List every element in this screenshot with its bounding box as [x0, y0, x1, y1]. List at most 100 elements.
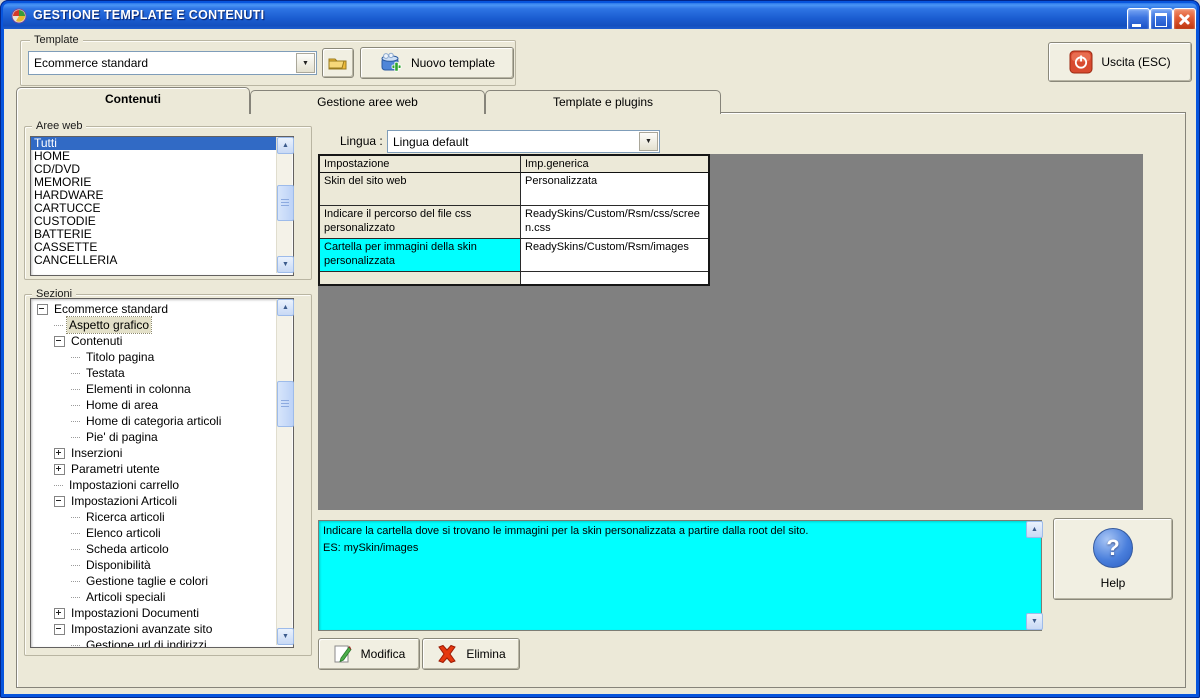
minimize-button[interactable]: [1127, 8, 1150, 31]
scroll-up-icon[interactable]: ▲: [277, 299, 294, 316]
close-button[interactable]: [1173, 8, 1196, 31]
setting-description-box[interactable]: Indicare la cartella dove si trovano le …: [318, 520, 1042, 631]
scroll-down-icon[interactable]: ▼: [277, 628, 294, 645]
tree-item-label: Gestione url di indirizzi: [86, 638, 207, 648]
app-icon: [11, 8, 27, 24]
tree-item-elementi-in-colonna[interactable]: Elementi in colonna: [31, 381, 293, 397]
tree-connector: [71, 508, 80, 518]
minus-expander-icon[interactable]: [54, 623, 65, 635]
plus-expander-icon[interactable]: [54, 447, 65, 459]
setting-name-cell[interactable]: Indicare il percorso del file css person…: [320, 206, 521, 239]
exit-button[interactable]: Uscita (ESC): [1048, 42, 1192, 82]
tree-connector: [54, 476, 63, 486]
description-scrollbar[interactable]: ▲ ▼: [1026, 521, 1043, 630]
tree-item-gestione-url-di-indirizzi[interactable]: Gestione url di indirizzi: [31, 637, 293, 648]
tree-item-ricerca-articoli[interactable]: Ricerca articoli: [31, 509, 293, 525]
delete-x-icon: [436, 644, 458, 664]
setting-value-cell[interactable]: Personalizzata: [521, 173, 708, 206]
tree-connector: [71, 348, 80, 358]
lingua-combobox-value: Lingua default: [393, 134, 469, 149]
maximize-icon: [1155, 13, 1167, 27]
minus-expander-icon[interactable]: [37, 303, 48, 315]
tab-contenuti[interactable]: Contenuti: [16, 87, 250, 114]
tree-item-impostazioni-carrello[interactable]: Impostazioni carrello: [31, 477, 293, 493]
tree-item-ecommerce-standard[interactable]: Ecommerce standard: [31, 301, 293, 317]
tree-item-label: Home di categoria articoli: [86, 414, 222, 428]
description-line-2: ES: mySkin/images: [323, 542, 419, 554]
tree-item-impostazioni-avanzate-sito[interactable]: Impostazioni avanzate sito: [31, 621, 293, 637]
template-combobox[interactable]: Ecommerce standard ▼: [28, 51, 317, 75]
settings-row-skin-del-sito-web[interactable]: Skin del sito web Personalizzata: [320, 173, 708, 206]
tree-item-aspetto-grafico[interactable]: Aspetto grafico: [31, 316, 293, 334]
tree-item-pie-di-pagina[interactable]: Pie' di pagina: [31, 429, 293, 445]
modifica-button[interactable]: Modifica: [318, 638, 420, 670]
tree-item-home-di-area[interactable]: Home di area: [31, 397, 293, 413]
minimize-icon: [1132, 24, 1141, 27]
setting-name-cell[interactable]: Cartella per immagini della skin persona…: [320, 239, 521, 272]
tree-item-label: Pie' di pagina: [86, 430, 158, 444]
setting-value-cell[interactable]: ReadySkins/Custom/Rsm/images: [521, 239, 708, 272]
elimina-button[interactable]: Elimina: [422, 638, 520, 670]
list-item-tutti[interactable]: Tutti: [31, 137, 293, 150]
tree-item-label: Impostazioni carrello: [69, 478, 180, 492]
scroll-down-icon[interactable]: ▼: [277, 256, 294, 273]
tab-template-e-plugins[interactable]: Template e plugins: [485, 90, 721, 114]
minus-expander-icon[interactable]: [54, 335, 65, 347]
tree-item-elenco-articoli[interactable]: Elenco articoli: [31, 525, 293, 541]
tree-item-disponibilit[interactable]: Disponibilità: [31, 557, 293, 573]
chevron-down-icon[interactable]: ▼: [639, 132, 658, 151]
tree-connector: [71, 412, 80, 422]
tree-item-label: Titolo pagina: [86, 350, 155, 364]
tree-item-label: Articoli speciali: [86, 590, 166, 604]
scroll-down-icon[interactable]: ▼: [1026, 613, 1043, 630]
aree-web-listbox[interactable]: Tutti HOME CD/DVD MEMORIE HARDWARE CARTUCCE CU…: [30, 136, 294, 276]
maximize-button[interactable]: [1150, 8, 1173, 31]
tree-item-gestione-taglie-e-colori[interactable]: Gestione taglie e colori: [31, 573, 293, 589]
new-template-icon: [379, 52, 403, 74]
aree-web-scrollbar[interactable]: ▲ ▼: [276, 137, 294, 273]
settings-row-cartella-per-immagini-della-skin-personalizzata[interactable]: Cartella per immagini della skin persona…: [320, 239, 708, 272]
tree-item-testata[interactable]: Testata: [31, 365, 293, 381]
open-folder-button[interactable]: [322, 48, 354, 78]
sezioni-treeview[interactable]: Ecommerce standard Aspetto grafico Contenu…: [30, 298, 294, 648]
tree-connector: [71, 524, 80, 534]
setting-value-cell[interactable]: ReadySkins/Custom/Rsm/css/screen.css: [521, 206, 708, 239]
tree-item-contenuti[interactable]: Contenuti: [31, 333, 293, 349]
setting-name-cell[interactable]: Skin del sito web: [320, 173, 521, 206]
tab-gestione-aree-web[interactable]: Gestione aree web: [250, 90, 485, 114]
tree-item-titolo-pagina[interactable]: Titolo pagina: [31, 349, 293, 365]
help-button[interactable]: ? Help: [1053, 518, 1173, 600]
sezioni-scrollbar[interactable]: ▲ ▼: [276, 299, 294, 645]
new-template-button[interactable]: Nuovo template: [360, 47, 514, 79]
tree-item-scheda-articolo[interactable]: Scheda articolo: [31, 541, 293, 557]
chevron-down-icon[interactable]: ▼: [296, 53, 315, 73]
settings-table-empty-row: [320, 272, 708, 284]
tree-item-articoli-speciali[interactable]: Articoli speciali: [31, 589, 293, 605]
scrollbar-thumb[interactable]: [277, 381, 294, 427]
tree-item-label: Inserzioni: [71, 446, 123, 460]
tree-item-impostazioni-documenti[interactable]: Impostazioni Documenti: [31, 605, 293, 621]
lingua-combobox[interactable]: Lingua default ▼: [387, 130, 660, 153]
scroll-up-icon[interactable]: ▲: [1026, 521, 1043, 538]
settings-row-indicare-il-percorso-del-file-css-personalizzato[interactable]: Indicare il percorso del file css person…: [320, 206, 708, 239]
minus-expander-icon[interactable]: [54, 495, 65, 507]
tree-item-impostazioni-articoli[interactable]: Impostazioni Articoli: [31, 493, 293, 509]
tree-item-parametri-utente[interactable]: Parametri utente: [31, 461, 293, 477]
tree-item-label: Gestione taglie e colori: [86, 574, 209, 588]
tree-item-label: Impostazioni Articoli: [71, 494, 178, 508]
tree-connector: [71, 428, 80, 438]
plus-expander-icon[interactable]: [54, 463, 65, 475]
tree-item-label: Testata: [86, 366, 125, 380]
tree-connector: [71, 588, 80, 598]
tree-item-inserzioni[interactable]: Inserzioni: [31, 445, 293, 461]
new-template-label: Nuovo template: [410, 56, 496, 70]
title-bar: GESTIONE TEMPLATE E CONTENUTI: [3, 3, 1197, 31]
tree-connector: [71, 572, 80, 582]
tree-item-home-di-categoria-articoli[interactable]: Home di categoria articoli: [31, 413, 293, 429]
column-header-imp-generica: Imp.generica: [521, 156, 708, 173]
list-item-cancelleria[interactable]: CANCELLERIA: [31, 254, 293, 267]
scrollbar-thumb[interactable]: [277, 185, 294, 221]
help-icon: ?: [1093, 528, 1133, 568]
scroll-up-icon[interactable]: ▲: [277, 137, 294, 154]
plus-expander-icon[interactable]: [54, 607, 65, 619]
